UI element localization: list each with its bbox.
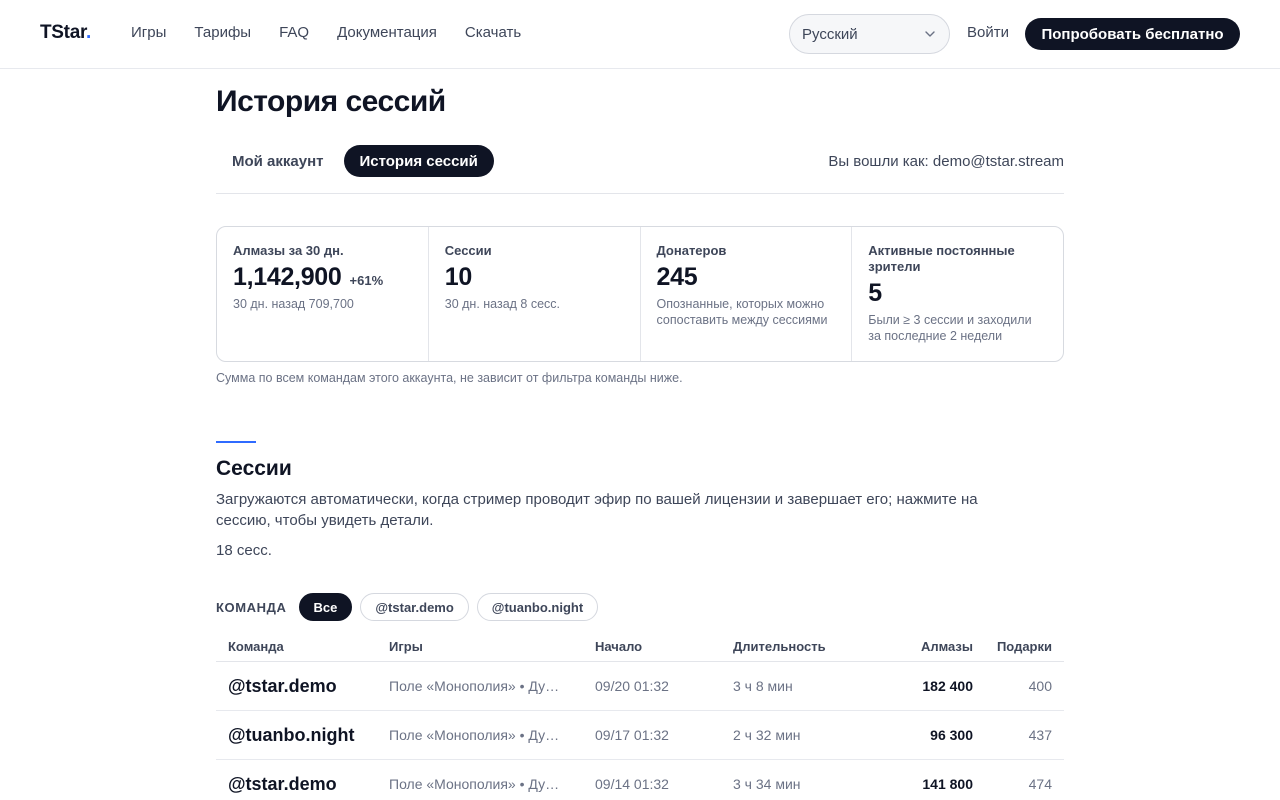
stat-label: Алмазы за 30 дн. [233, 243, 344, 258]
try-free-button[interactable]: Попробовать бесплатно [1025, 18, 1240, 50]
col-start[interactable]: Начало [595, 639, 733, 654]
language-select[interactable]: Русский [789, 14, 950, 54]
nav-link-docs[interactable]: Документация [337, 24, 437, 41]
cell-games: Поле «Монополия» • Ду… [389, 727, 560, 743]
stat-value: 245 [656, 263, 698, 291]
cell-start: 09/20 01:32 [595, 678, 669, 694]
logo-dot: . [86, 22, 92, 43]
tab-session-history[interactable]: История сессий [343, 145, 494, 177]
cell-games: Поле «Монополия» • Ду… [389, 678, 560, 694]
table-row[interactable]: @tstar.demo Поле «Монополия» • Ду… 09/14… [216, 760, 1064, 800]
cell-duration: 3 ч 8 мин [733, 678, 793, 694]
logged-in-as: Вы вошли как: demo@tstar.stream [828, 153, 1064, 170]
stat-value: 10 [444, 263, 473, 291]
col-diamonds[interactable]: Алмазы [853, 639, 973, 654]
stats-note: Сумма по всем командам этого аккаунта, н… [216, 371, 683, 385]
stat-card-diamonds: Алмазы за 30 дн. 1,142,900 +61% 30 дн. н… [217, 227, 429, 361]
cell-gifts: 437 [1028, 727, 1052, 743]
sessions-table: Команда Игры Начало Длительность Алмазы … [216, 632, 1064, 800]
col-duration[interactable]: Длительность [733, 639, 853, 654]
team-filter: КОМАНДА Все @tstar.demo @tuanbo.night [216, 593, 599, 621]
chevron-down-icon [925, 31, 935, 37]
table-header: Команда Игры Начало Длительность Алмазы … [216, 632, 1064, 662]
table-row[interactable]: @tuanbo.night Поле «Монополия» • Ду… 09/… [216, 711, 1064, 760]
tab-my-account[interactable]: Мой аккаунт [216, 145, 340, 177]
cell-start: 09/17 01:32 [595, 727, 669, 743]
cell-duration: 3 ч 34 мин [733, 776, 801, 792]
col-games[interactable]: Игры [389, 639, 595, 654]
login-link[interactable]: Войти [967, 24, 1009, 41]
filter-chip-all[interactable]: Все [298, 593, 353, 621]
nav-link-pricing[interactable]: Тарифы [194, 24, 251, 41]
table-row[interactable]: @tstar.demo Поле «Монополия» • Ду… 09/20… [216, 662, 1064, 711]
divider [216, 193, 1064, 194]
nav-link-games[interactable]: Игры [131, 24, 166, 41]
cell-diamonds: 141 800 [922, 776, 973, 792]
cell-team: @tstar.demo [228, 773, 337, 794]
stat-sub: Были ≥ 3 сессии и заходили за последние … [868, 313, 1032, 343]
sessions-description: Загружаются автоматически, когда стример… [216, 491, 978, 529]
top-bar: TStar. Игры Тарифы FAQ Документация Скач… [0, 0, 1280, 69]
stats-panel: Алмазы за 30 дн. 1,142,900 +61% 30 дн. н… [216, 226, 1064, 362]
filter-label: КОМАНДА [216, 599, 287, 615]
stat-sub: 30 дн. назад 709,700 [233, 297, 354, 311]
stat-label: Донатеров [656, 243, 727, 258]
language-value: Русский [802, 25, 858, 43]
stat-value: 5 [868, 279, 882, 307]
main-nav: Игры Тарифы FAQ Документация Скачать [131, 24, 521, 41]
page-title: История сессий [216, 85, 446, 118]
cell-diamonds: 182 400 [922, 678, 973, 694]
stat-delta: +61% [349, 273, 384, 288]
stat-card-donors: Донатеров 245 Опознанные, которых можно … [641, 227, 853, 361]
cell-start: 09/14 01:32 [595, 776, 669, 792]
sessions-title: Сессии [216, 457, 292, 480]
stat-card-regulars: Активные постоянные зрители 5 Были ≥ 3 с… [852, 227, 1063, 361]
cell-duration: 2 ч 32 мин [733, 727, 801, 743]
filter-chip-tstar-demo[interactable]: @tstar.demo [360, 593, 469, 621]
stat-label: Сессии [444, 243, 492, 258]
nav-link-download[interactable]: Скачать [465, 24, 521, 41]
account-tabs: Мой аккаунт История сессий [216, 145, 494, 177]
stat-sub: Опознанные, которых можно сопоставить ме… [656, 297, 828, 327]
stat-value: 1,142,900 [233, 263, 342, 291]
section-accent-line [216, 441, 256, 443]
cell-team: @tstar.demo [228, 675, 337, 696]
stat-label: Активные постоянные зрители [868, 243, 1015, 274]
cell-diamonds: 96 300 [930, 727, 973, 743]
stat-card-sessions: Сессии 10 30 дн. назад 8 сесс. [429, 227, 641, 361]
logo-text: TStar [40, 22, 87, 43]
cell-team: @tuanbo.night [228, 724, 355, 745]
logo[interactable]: TStar. [40, 22, 91, 44]
nav-link-faq[interactable]: FAQ [279, 24, 309, 41]
cell-games: Поле «Монополия» • Ду… [389, 776, 560, 792]
sessions-count: 18 сесс. [216, 542, 272, 559]
col-team[interactable]: Команда [216, 639, 389, 654]
cell-gifts: 474 [1028, 776, 1052, 792]
col-gifts[interactable]: Подарки [973, 639, 1064, 654]
cell-gifts: 400 [1028, 678, 1052, 694]
stat-sub: 30 дн. назад 8 сесс. [444, 297, 561, 311]
filter-chip-tuanbo-night[interactable]: @tuanbo.night [476, 593, 599, 621]
